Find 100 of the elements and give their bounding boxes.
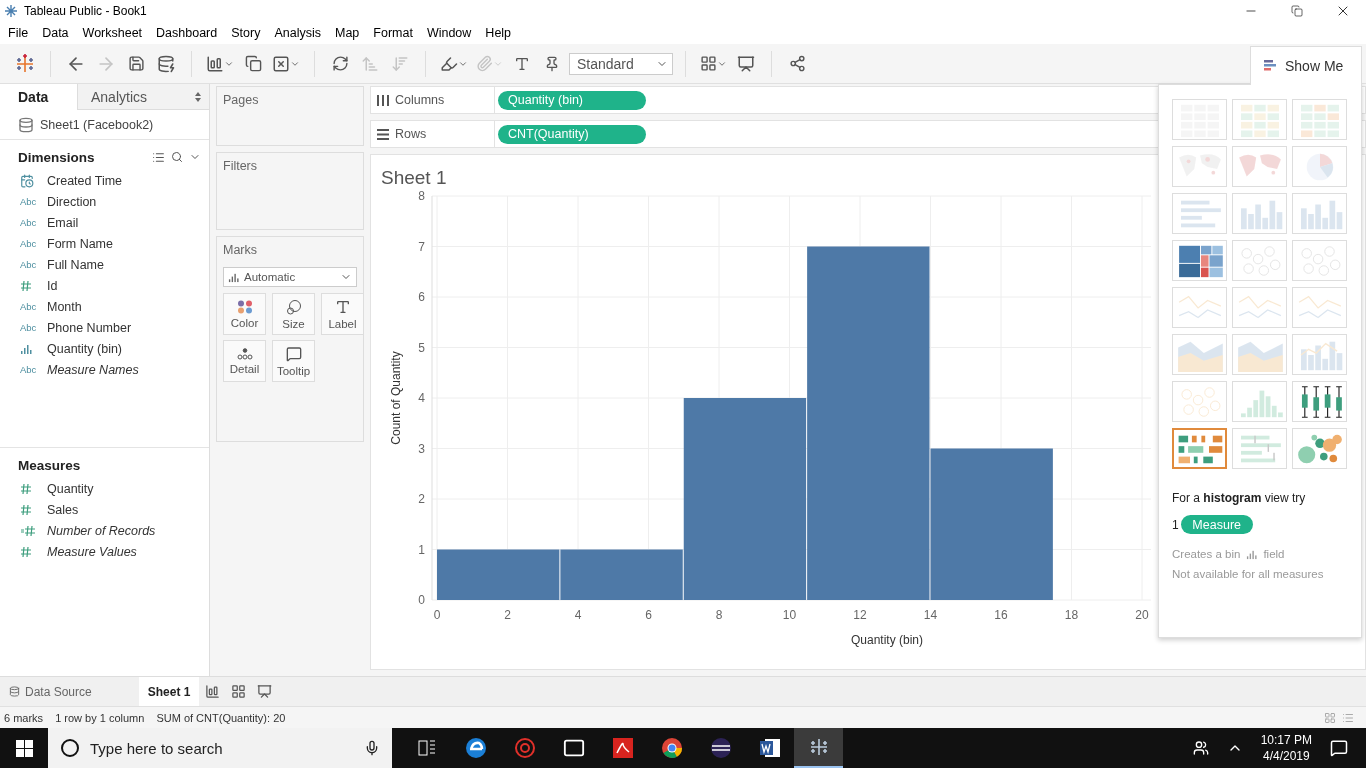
axis-tick-label: 8 <box>715 608 723 622</box>
section-title: Measures <box>18 457 81 473</box>
field-name[interactable]: Created Time <box>47 173 123 188</box>
field-name[interactable]: Full Name <box>47 257 104 272</box>
field-name[interactable]: Form Name <box>47 236 113 251</box>
string-type-icon: Abc <box>20 364 37 375</box>
mark-property-button[interactable]: Tooltip <box>272 340 315 382</box>
list-view-icon[interactable] <box>152 150 165 164</box>
mark-property-button[interactable]: Label <box>321 293 364 335</box>
bin-icon <box>20 342 32 355</box>
string-type-icon: Abc <box>20 238 37 249</box>
copy-icon <box>244 55 262 72</box>
presentation-icon <box>256 684 272 699</box>
save-icon <box>127 55 145 72</box>
taskbar-search-field[interactable]: Type here to search <box>48 728 392 768</box>
axis-tick-label: 4 <box>418 391 425 405</box>
field-name[interactable]: Measure Names <box>47 362 139 377</box>
mark-property-button[interactable]: Color <box>223 293 266 335</box>
label-icon <box>334 298 351 315</box>
presentation-icon <box>737 54 755 73</box>
size-icon <box>285 298 302 315</box>
number-icon <box>20 279 32 292</box>
axis-tick-label: 4 <box>574 608 582 622</box>
database-icon <box>157 54 175 73</box>
menu-item[interactable]: Data <box>42 26 76 40</box>
chart-type-button[interactable] <box>1172 428 1227 469</box>
field-name[interactable]: Quantity (bin) <box>47 341 123 356</box>
field-name[interactable]: Sales <box>47 502 79 517</box>
windows-logo-icon <box>15 739 33 757</box>
mark-property-button[interactable]: Detail <box>223 340 266 382</box>
status-text: 6 marks <box>4 711 44 724</box>
count-text: 1 <box>1172 517 1179 532</box>
search-icon[interactable] <box>171 151 183 163</box>
sheet-tab[interactable]: Sheet 1 <box>138 676 200 707</box>
note-text: Not available for all measures <box>1172 568 1325 580</box>
clock[interactable]: 10:17 PM 4/4/2019 <box>1260 732 1312 764</box>
grid-view-icon[interactable] <box>1324 711 1336 724</box>
highlighter-icon <box>440 54 458 73</box>
field-name[interactable]: Measure Values <box>47 544 137 559</box>
section-title: Dimensions <box>18 149 95 165</box>
menu-item[interactable]: Story <box>231 26 268 40</box>
axis-tick-label: 14 <box>923 608 938 622</box>
text-icon <box>514 55 530 72</box>
menu-item[interactable]: Window <box>426 26 479 40</box>
hint-text: For a histogram view try <box>1172 491 1307 505</box>
data-source-name[interactable]: Sheet1 (Facebook2) <box>40 117 154 132</box>
menu-item[interactable]: File <box>8 26 36 40</box>
people-icon[interactable] <box>1192 740 1209 756</box>
menu-item[interactable]: Dashboard <box>156 26 225 40</box>
menu-item[interactable]: Help <box>485 26 519 40</box>
status-text: 1 row by 1 column <box>55 711 145 724</box>
eclipse-icon <box>709 737 732 759</box>
shelf-label: Columns <box>395 93 445 107</box>
sort-arrows-icon <box>195 91 201 102</box>
grid-icon <box>700 55 717 72</box>
axis-tick-label: 12 <box>853 608 867 622</box>
field-name[interactable]: Quantity <box>47 481 94 496</box>
show-me-tab[interactable]: Show Me <box>1250 46 1362 85</box>
bin-icon <box>1246 548 1258 560</box>
notifications-icon[interactable] <box>1330 739 1348 757</box>
field-name[interactable]: Direction <box>47 194 97 209</box>
number-icon <box>20 503 32 516</box>
axis-tick-label: 6 <box>418 290 425 304</box>
sheet-title: Sheet 1 <box>380 167 448 189</box>
field-name[interactable]: Email <box>47 215 79 230</box>
menu-item[interactable]: Worksheet <box>82 26 150 40</box>
string-type-icon: Abc <box>20 259 37 270</box>
task-view-icon <box>416 739 437 757</box>
axis-tick-label: 2 <box>418 492 425 506</box>
pane-tab[interactable]: Analytics <box>77 84 209 110</box>
axis-tick-label: 5 <box>418 340 425 355</box>
axis-tick-label: 8 <box>418 189 425 203</box>
axis-tick-label: 6 <box>645 608 652 622</box>
field-name[interactable]: Month <box>47 299 82 314</box>
field-name[interactable]: Phone Number <box>47 320 132 335</box>
date-icon <box>20 173 34 188</box>
calculated-number-icon <box>20 524 36 537</box>
bar-chart-icon <box>204 684 220 699</box>
data-source-icon <box>9 686 20 697</box>
taskbar-app-button[interactable] <box>794 728 843 768</box>
fit-dropdown[interactable]: Standard <box>569 52 673 75</box>
string-type-icon: Abc <box>20 322 37 333</box>
menu-item[interactable]: Analysis <box>274 26 328 40</box>
number-icon <box>20 545 32 558</box>
card-title: Pages <box>223 93 260 107</box>
field-name[interactable]: Id <box>47 278 58 293</box>
axis-tick-label: 16 <box>994 608 1008 622</box>
menu-item[interactable]: Format <box>373 26 420 40</box>
axis-tick-label: 20 <box>1135 608 1149 622</box>
mark-type-dropdown[interactable]: Automatic <box>223 267 357 287</box>
swap-icon <box>331 55 349 72</box>
menu-item[interactable]: Map <box>334 26 367 40</box>
note-text: Creates a bin <box>1172 548 1241 560</box>
browser-e-icon <box>464 737 487 759</box>
show-me-icon <box>1263 59 1277 73</box>
mark-property-button[interactable]: Size <box>272 293 315 335</box>
share-icon <box>788 55 806 72</box>
sort-descending-icon <box>391 54 409 73</box>
sheet-tab[interactable]: Data Source <box>0 676 101 707</box>
field-name[interactable]: Number of Records <box>47 523 156 538</box>
